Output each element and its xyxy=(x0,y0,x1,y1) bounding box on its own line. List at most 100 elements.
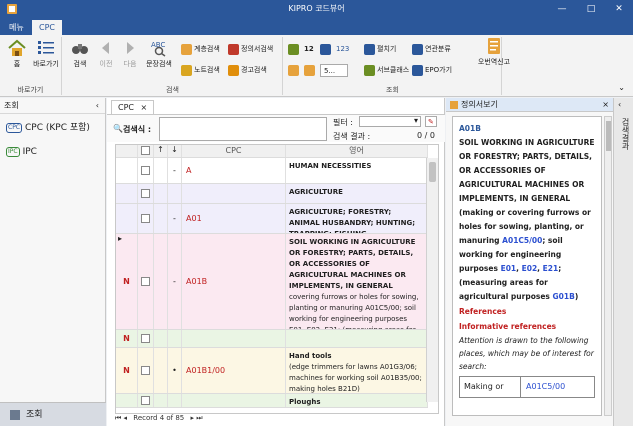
font-icon xyxy=(288,64,299,76)
row-code[interactable]: A01 xyxy=(182,204,286,233)
goto-button[interactable]: 바로가기 xyxy=(31,39,61,69)
view-mode-1-button[interactable] xyxy=(288,43,301,56)
nav-item-cpc[interactable]: CPC CPC (KPC 포함) xyxy=(0,118,105,138)
row-checkbox[interactable] xyxy=(141,366,150,375)
ribbon: 홈 바로가기 바로가기 검색 이전 다음 ABC 문장검색 계층검색 정의서검색… xyxy=(0,35,633,97)
sort-down-icon[interactable]: ↓ xyxy=(168,145,182,157)
row-checkbox[interactable] xyxy=(141,277,150,286)
definition-scroll-thumb[interactable] xyxy=(606,121,611,151)
row-english-title: SOIL WORKING IN AGRICULTURE OR FORESTRY;… xyxy=(289,238,416,290)
first-record-icon[interactable]: ⏮ xyxy=(115,414,121,422)
select-all-checkbox[interactable] xyxy=(141,146,150,155)
close-button[interactable]: ✕ xyxy=(605,0,633,18)
note-search-button[interactable]: 노트검색 xyxy=(181,64,220,77)
row-code[interactable] xyxy=(182,394,286,407)
expand-button[interactable]: 펼치기 xyxy=(364,43,396,56)
close-definition-icon[interactable]: × xyxy=(602,98,609,112)
doc-tab-cpc[interactable]: CPC × xyxy=(111,100,155,114)
ribbon-collapse-icon[interactable]: ⌄ xyxy=(618,83,625,92)
table-row[interactable]: N • A01B1/00 Hand tools (edge trimmers for l… xyxy=(116,348,428,394)
side-tab-results[interactable]: 검색결과 xyxy=(617,118,631,150)
def-link-a01c5[interactable]: A01C5/00 xyxy=(502,236,542,245)
col-english[interactable]: 영어 xyxy=(286,145,428,157)
clear-filter-button[interactable]: ✎ xyxy=(425,116,437,127)
nav-item-ipc[interactable]: IPC IPC xyxy=(0,142,105,162)
def-link-e02[interactable]: E02 xyxy=(522,264,538,273)
row-checkbox[interactable] xyxy=(141,166,150,175)
view-mode-2-button[interactable] xyxy=(320,43,333,56)
row-english: Ploughs xyxy=(286,394,428,407)
row-checkbox[interactable] xyxy=(141,334,150,343)
table-row[interactable]: - A HUMAN NECESSITIES xyxy=(116,158,428,184)
table-row[interactable]: N xyxy=(116,330,428,348)
row-checkbox[interactable] xyxy=(141,189,150,198)
row-level: - xyxy=(168,234,182,329)
def-search-button[interactable]: 정의서검색 xyxy=(228,43,273,56)
error-report-button[interactable]: 오번역신고 xyxy=(470,37,518,67)
search-small-icon: 🔍 xyxy=(113,124,123,133)
zoom-select[interactable]: 5... xyxy=(320,64,348,77)
table-row[interactable]: Ploughs xyxy=(116,394,428,408)
main-panel: CPC × 🔍 검색식 : 필터 : ▾ ✎ 검색 결과 : 0 / 0 ↑ ↓… xyxy=(107,98,445,426)
epo-button[interactable]: EPO가기 xyxy=(412,64,452,77)
next-record-icon[interactable]: ▸ xyxy=(191,414,195,422)
row-code[interactable] xyxy=(182,330,286,347)
table-row[interactable]: N ▸ - A01B SOIL WORKING IN AGRICULTURE OR FO… xyxy=(116,234,428,330)
minimize-button[interactable]: — xyxy=(548,0,576,18)
sentence-search-button[interactable]: ABC 문장검색 xyxy=(141,39,177,69)
row-level xyxy=(168,394,182,407)
row-code[interactable]: A01B1/00 xyxy=(182,348,286,393)
row-code[interactable]: A01B xyxy=(182,234,286,329)
definition-scrollbar[interactable] xyxy=(604,116,612,416)
subclass-button[interactable]: 서브클래스 xyxy=(364,64,409,77)
num-12-button[interactable]: 12 xyxy=(304,43,314,56)
close-tab-icon[interactable]: × xyxy=(141,103,148,112)
prev-record-icon[interactable]: ◂ xyxy=(124,414,128,422)
arrow-left-icon xyxy=(102,42,109,54)
ref-link-a01c5[interactable]: A01C5/00 xyxy=(526,382,565,391)
left-nav-bottom-tab[interactable]: 조회 xyxy=(0,402,106,426)
table-row[interactable]: AGRICULTURE xyxy=(116,184,428,204)
tab-cpc[interactable]: CPC xyxy=(32,20,62,35)
row-code[interactable] xyxy=(182,184,286,203)
grid-scroll-thumb[interactable] xyxy=(429,162,436,182)
row-checkbox[interactable] xyxy=(141,396,150,405)
tab-menu[interactable]: 메뉴 xyxy=(2,20,31,35)
ribbon-tabbar: 메뉴 CPC xyxy=(0,18,633,35)
hier-search-button[interactable]: 계층검색 xyxy=(181,43,220,56)
group-label-goto: 바로가기 xyxy=(17,86,44,94)
col-cpc[interactable]: CPC xyxy=(182,145,286,157)
warn-search-button[interactable]: 경고검색 xyxy=(228,64,267,77)
def-link-e21[interactable]: E21 xyxy=(543,264,559,273)
grid-scrollbar[interactable] xyxy=(426,158,438,402)
collapse-left-icon[interactable]: ‹ xyxy=(96,98,99,114)
alert-icon xyxy=(304,64,315,76)
num-123-button[interactable]: 123 xyxy=(336,43,349,56)
filter-select[interactable]: ▾ xyxy=(359,116,421,127)
results-grid: ↑ ↓ CPC 영어 - A HUMAN NECESSITIES AGRICULTUR… xyxy=(115,144,439,414)
row-level: - xyxy=(168,204,182,233)
row-english: Hand tools (edge trimmers for lawns A01G3… xyxy=(286,348,428,393)
row-level xyxy=(168,184,182,203)
sort-up-icon[interactable]: ↑ xyxy=(154,145,168,157)
group-label-lookup: 조회 xyxy=(386,86,399,94)
home-button[interactable]: 홈 xyxy=(2,39,32,69)
note-icon xyxy=(181,64,192,76)
search-expression-input[interactable] xyxy=(159,117,327,141)
def-link-g01b[interactable]: G01B xyxy=(553,292,575,301)
table-row[interactable]: - A01 AGRICULTURE; FORESTRY; ANIMAL HUSBAN… xyxy=(116,204,428,234)
grid-icon xyxy=(288,43,299,55)
font-button[interactable] xyxy=(288,64,301,77)
group-label-search: 검색 xyxy=(166,86,179,94)
last-record-icon[interactable]: ⏭ xyxy=(196,414,202,422)
related-button[interactable]: 연관분류 xyxy=(412,43,451,56)
alert-button[interactable] xyxy=(304,64,317,77)
row-english: HUMAN NECESSITIES xyxy=(286,158,428,183)
row-checkbox[interactable] xyxy=(141,214,150,223)
maximize-button[interactable]: □ xyxy=(577,0,605,18)
def-link-e01[interactable]: E01 xyxy=(501,264,517,273)
list-icon xyxy=(38,41,54,54)
collapse-right-icon[interactable]: ‹ xyxy=(618,100,621,109)
row-code[interactable]: A xyxy=(182,158,286,183)
row-english-note: covering furrows or holes for sowing, pl… xyxy=(289,293,419,329)
